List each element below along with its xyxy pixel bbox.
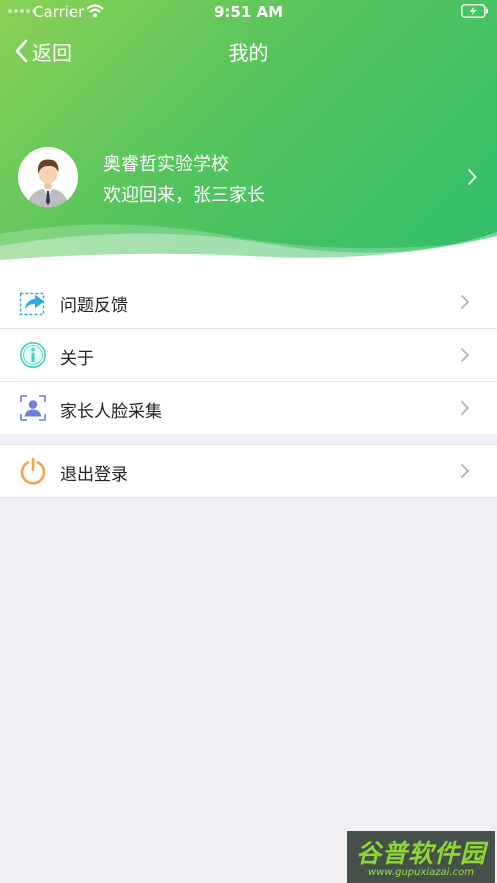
menu-item-label: 家长人脸采集 — [60, 402, 162, 422]
face-capture-icon — [20, 395, 46, 421]
chevron-right-icon — [460, 347, 470, 363]
chevron-right-icon — [460, 463, 470, 479]
menu-item-logout[interactable]: 退出登录 — [0, 445, 497, 497]
welcome-text: 欢迎回来，张三家长 — [103, 185, 265, 206]
back-label: 返回 — [32, 40, 72, 65]
chevron-left-icon — [15, 39, 28, 63]
menu-group-main: 问题反馈 关于 家长人脸采集 — [0, 276, 497, 434]
menu-item-label: 退出登录 — [60, 465, 128, 485]
info-icon — [20, 342, 46, 368]
menu-item-face-capture[interactable]: 家长人脸采集 — [0, 382, 497, 434]
menu-group-logout: 退出登录 — [0, 444, 497, 498]
chevron-right-icon — [460, 400, 470, 416]
power-icon — [20, 457, 46, 485]
menu-item-label: 关于 — [60, 349, 94, 369]
profile-header: Carrier 9:51 AM 返回 我的 奥睿哲实验学校 欢迎回来，张三家长 — [0, 0, 497, 276]
user-avatar-icon — [18, 147, 78, 207]
menu-item-feedback[interactable]: 问题反馈 — [0, 276, 497, 329]
menu-item-about[interactable]: 关于 — [0, 329, 497, 382]
page-title: 我的 — [228, 41, 269, 65]
battery-charging-icon — [461, 4, 488, 18]
header-wave-decoration — [0, 224, 497, 276]
chevron-right-icon — [467, 168, 477, 186]
school-name: 奥睿哲实验学校 — [103, 154, 229, 175]
avatar — [18, 147, 78, 207]
chevron-right-icon — [460, 294, 470, 310]
profile-card[interactable]: 奥睿哲实验学校 欢迎回来，张三家长 — [0, 144, 497, 210]
menu-item-label: 问题反馈 — [60, 296, 128, 316]
watermark-title: 谷普软件园 — [355, 839, 486, 868]
watermark-url: www.gupuxiazai.com — [368, 867, 474, 878]
status-bar: Carrier 9:51 AM — [0, 0, 497, 24]
site-watermark: 谷普软件园 www.gupuxiazai.com — [347, 831, 495, 883]
back-button[interactable]: 返回 — [14, 36, 72, 66]
status-time: 9:51 AM — [213, 3, 284, 21]
feedback-share-icon — [19, 292, 45, 316]
